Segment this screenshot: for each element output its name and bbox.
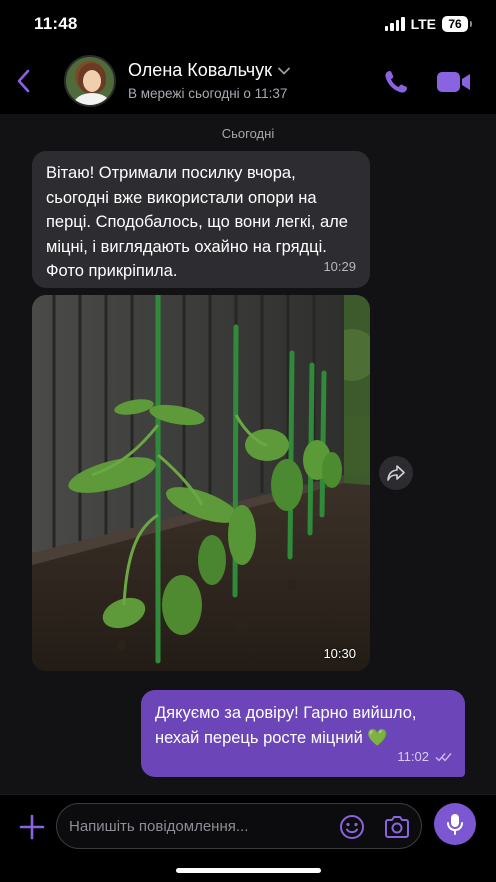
plus-icon[interactable] (18, 813, 46, 841)
photo-message[interactable]: 10:30 (32, 295, 370, 671)
chat-header: Олена Ковальчук В мережі сьогодні о 11:3… (0, 48, 496, 114)
date-separator: Сьогодні (221, 126, 275, 141)
microphone-button[interactable] (434, 803, 476, 845)
message-meta: 11:02 (397, 745, 453, 770)
back-icon[interactable] (14, 68, 34, 94)
phone-icon[interactable] (382, 68, 410, 96)
message-text: Вітаю! Отримали посилку вчора, сьогодні … (46, 164, 348, 280)
garden-photo (32, 295, 370, 671)
video-camera-icon[interactable] (436, 70, 472, 94)
message-time: 10:29 (323, 258, 356, 274)
network-type: LTE (410, 16, 436, 32)
microphone-icon (447, 814, 463, 835)
avatar[interactable] (64, 55, 116, 107)
home-indicator (176, 868, 321, 873)
forward-icon (387, 465, 405, 481)
message-input[interactable] (69, 804, 329, 848)
contact-status: В мережі сьогодні о 11:37 (128, 86, 288, 101)
forward-button[interactable] (379, 456, 413, 490)
message-input-box[interactable] (56, 803, 422, 849)
chevron-down-icon (278, 67, 290, 75)
camera-icon[interactable] (383, 814, 411, 840)
status-time: 11:48 (34, 14, 78, 33)
contact-name: Олена Ковальчук (128, 60, 273, 80)
emoji-icon[interactable] (339, 814, 365, 840)
read-double-check-icon (435, 752, 452, 762)
outgoing-message[interactable]: Дякуємо за довіру! Гарно вийшло, нехай п… (141, 690, 465, 777)
incoming-message[interactable]: Вітаю! Отримали посилку вчора, сьогодні … (32, 151, 370, 288)
message-time: 11:02 (397, 748, 429, 764)
contact-name-row[interactable]: Олена Ковальчук (128, 60, 290, 81)
chat-area[interactable]: Сьогодні Вітаю! Отримали посилку вчора, … (0, 114, 496, 794)
status-indicators: LTE 76 (384, 16, 472, 32)
signal-icon (384, 17, 405, 31)
battery-icon: 76 (442, 16, 472, 32)
status-bar: 11:48 LTE 76 (0, 0, 496, 48)
message-text: Дякуємо за довіру! Гарно вийшло, нехай п… (155, 704, 417, 747)
photo-time: 10:30 (323, 646, 356, 661)
